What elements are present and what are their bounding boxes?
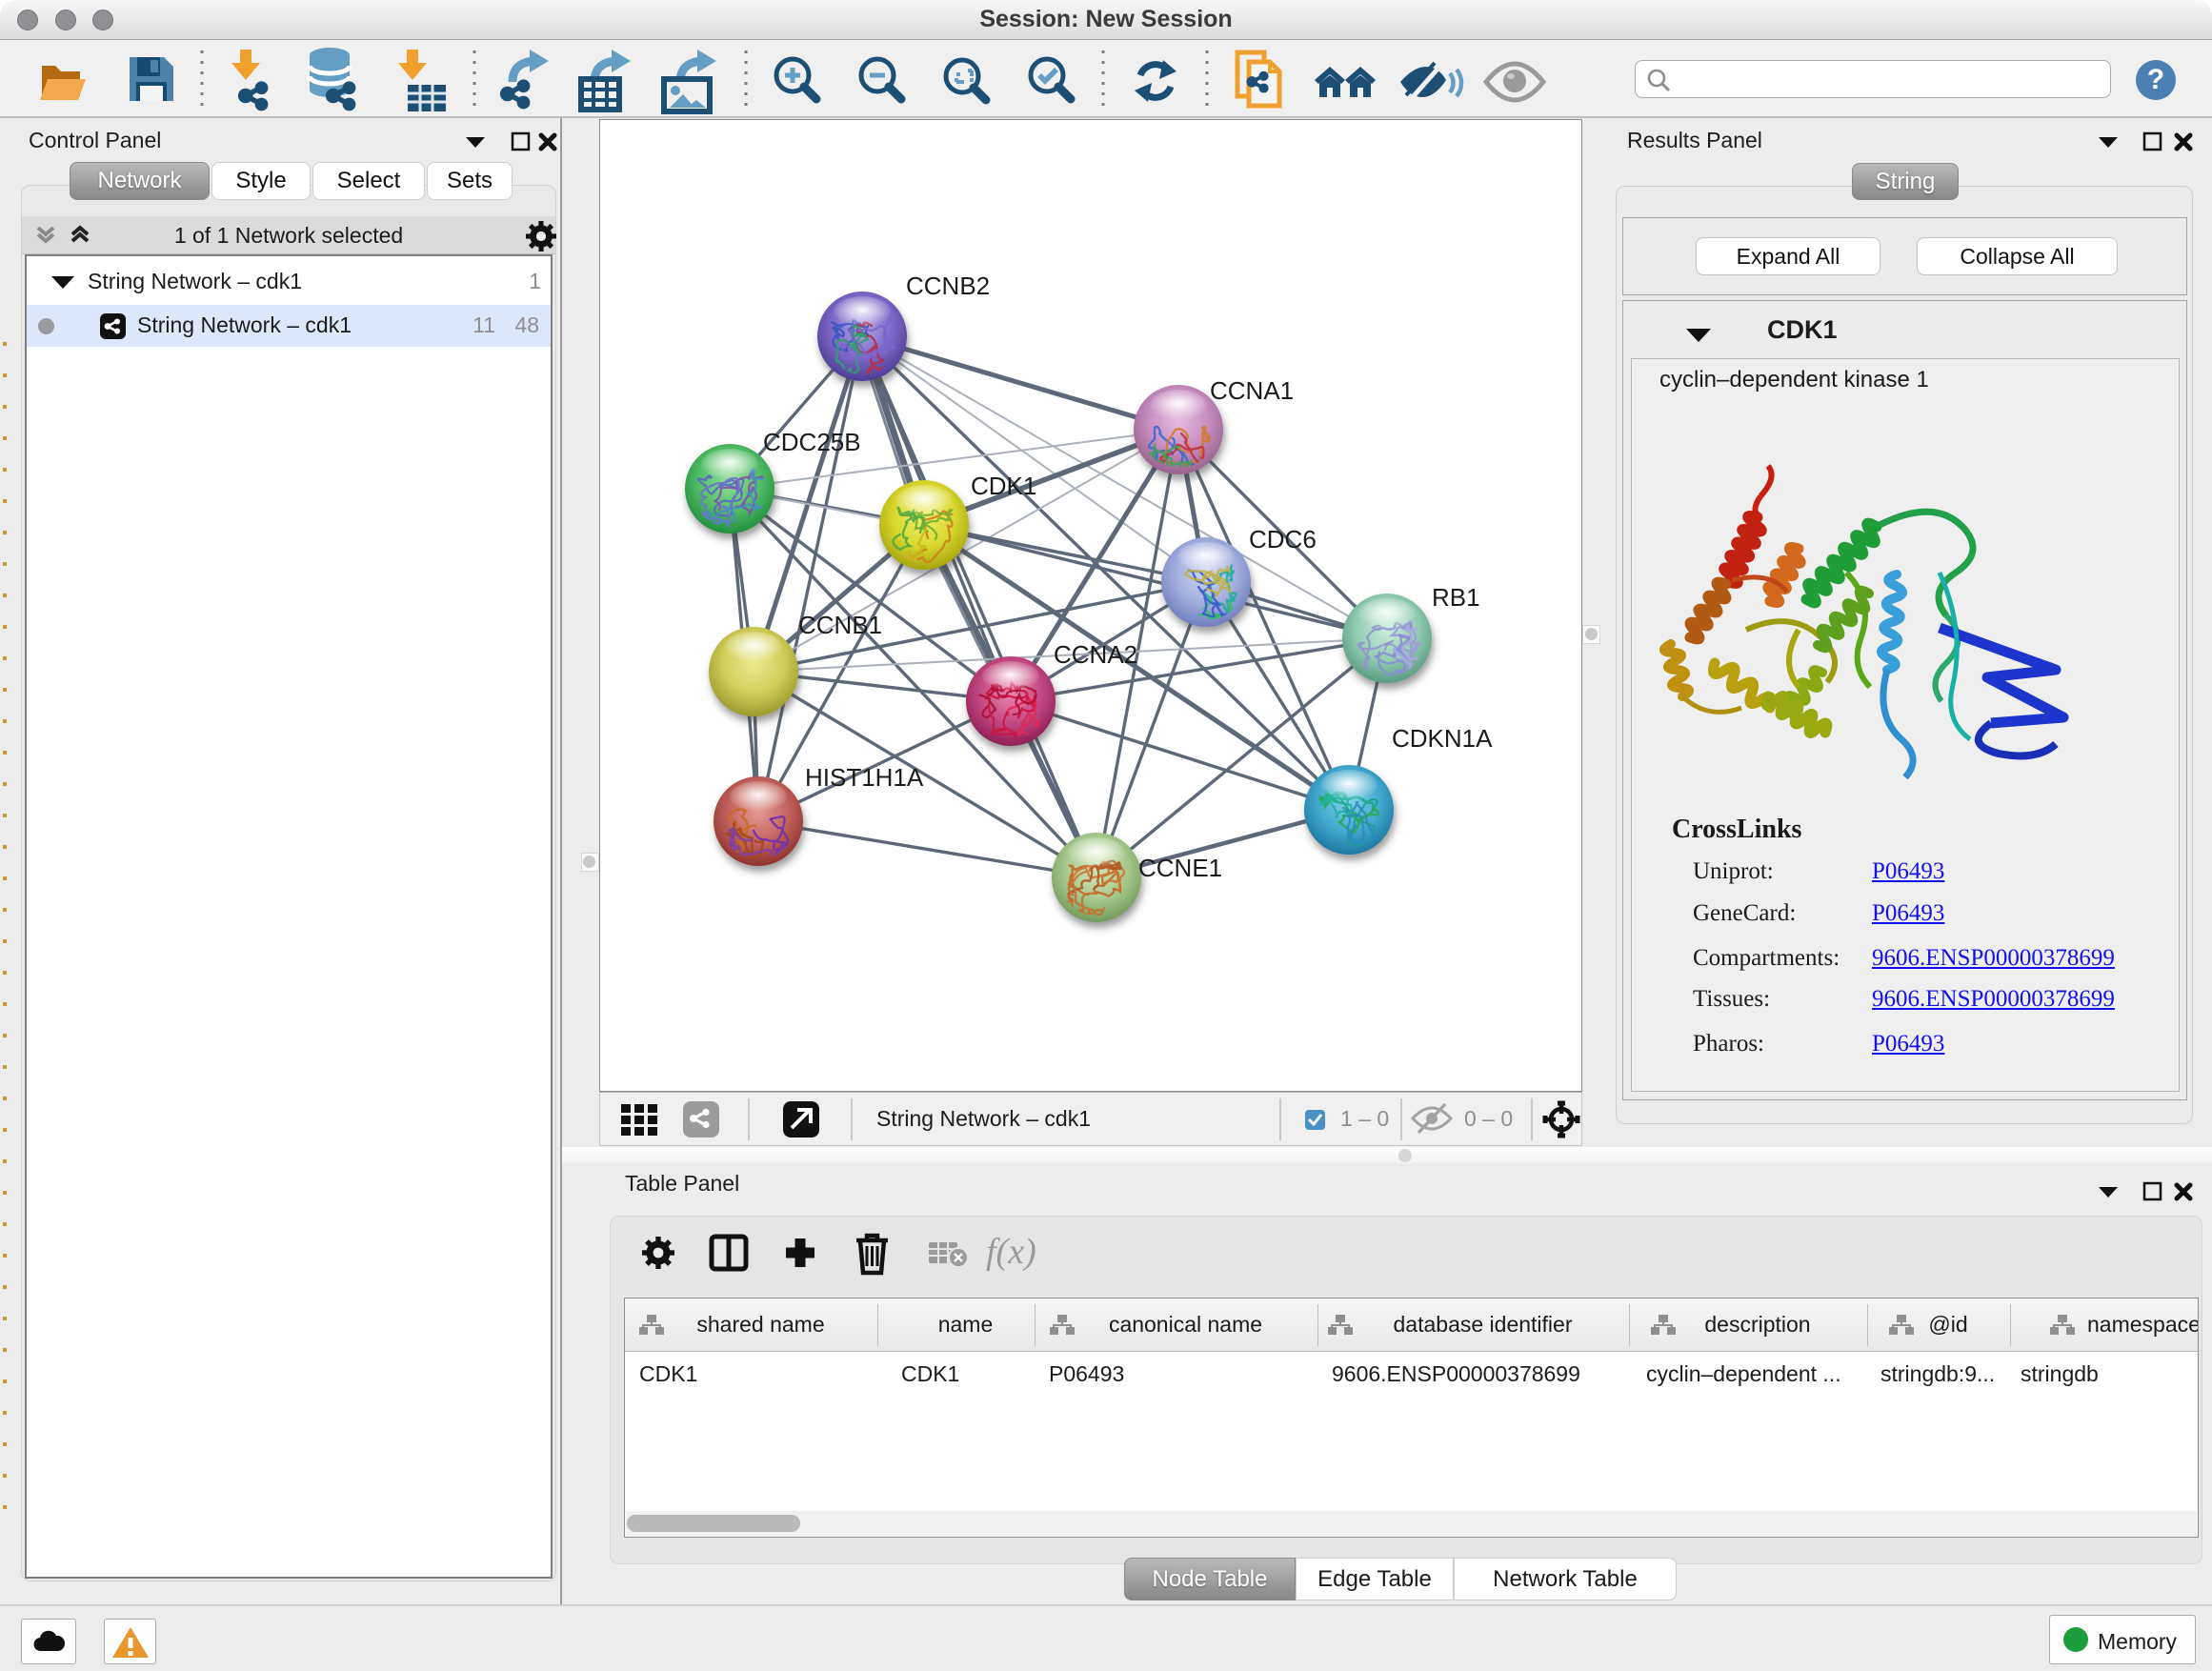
svg-text:CCNB1: CCNB1 [798,611,882,639]
svg-text:HIST1H1A: HIST1H1A [805,763,924,792]
svg-text:CCNE1: CCNE1 [1138,854,1222,882]
svg-text:CCNB2: CCNB2 [906,272,990,300]
svg-text:f(x): f(x) [986,1232,1036,1272]
svg-text:CDC25B: CDC25B [763,428,861,456]
svg-text:CDC6: CDC6 [1249,525,1317,554]
svg-text:CDKN1A: CDKN1A [1392,724,1493,753]
svg-text:CCNA2: CCNA2 [1054,640,1137,669]
svg-text:RB1: RB1 [1432,583,1480,612]
svg-text:CDK1: CDK1 [971,472,1036,500]
svg-text:CCNA1: CCNA1 [1210,376,1294,405]
